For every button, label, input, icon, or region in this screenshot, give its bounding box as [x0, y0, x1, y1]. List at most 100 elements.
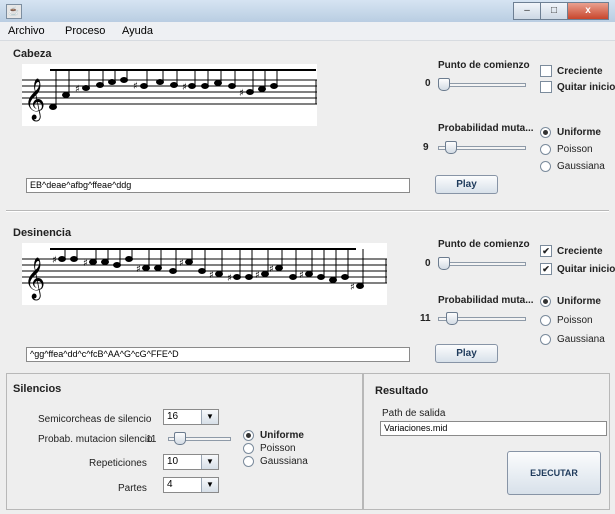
path-label: Path de salida [382, 408, 446, 419]
checkbox-label: Creciente [557, 65, 603, 77]
desinencia-prob-slider[interactable] [438, 312, 526, 325]
minimize-button[interactable]: – [513, 2, 541, 20]
prob-silencio-value: 11 [146, 434, 157, 445]
chevron-down-icon[interactable]: ▼ [201, 478, 218, 492]
radio-label: Gaussiana [260, 456, 308, 467]
cabeza-play-button[interactable]: Play [435, 175, 498, 194]
svg-text:♯: ♯ [179, 258, 184, 269]
checkbox-label: Creciente [557, 245, 603, 257]
radio-label: Gaussiana [557, 334, 605, 345]
svg-text:♯: ♯ [52, 255, 57, 266]
cabeza-prob-slider[interactable] [438, 141, 526, 154]
svg-text:𝄞: 𝄞 [24, 78, 45, 121]
radio-label: Poisson [557, 144, 593, 155]
cabeza-radio-poisson[interactable]: Poisson [540, 144, 593, 155]
select-value: 16 [167, 411, 179, 422]
desinencia-title: Desinencia [13, 227, 72, 239]
cabeza-start-label: Punto de comienzo [438, 60, 530, 71]
menu-bar: Archivo Proceso Ayuda [0, 22, 615, 41]
desinencia-start-label: Punto de comienzo [438, 239, 530, 250]
slider-thumb[interactable] [438, 257, 450, 270]
cabeza-radio-gaussiana[interactable]: Gaussiana [540, 161, 605, 172]
maximize-button[interactable]: □ [540, 2, 568, 20]
svg-text:♯: ♯ [239, 88, 244, 99]
checkbox-box[interactable]: ✔ [540, 263, 552, 275]
slider-thumb[interactable] [173, 432, 186, 445]
divider [6, 210, 609, 212]
radio-label: Poisson [557, 315, 593, 326]
slider-thumb[interactable] [444, 141, 457, 154]
svg-text:♯: ♯ [269, 264, 274, 275]
prob-silencio-slider[interactable] [168, 432, 231, 445]
slider-thumb[interactable] [438, 78, 450, 91]
silencios-radio-gaussiana[interactable]: Gaussiana [243, 456, 308, 467]
menu-proceso[interactable]: Proceso [65, 25, 105, 37]
java-cup-icon: ☕ [6, 4, 22, 19]
desinencia-start-value: 0 [425, 258, 431, 269]
checkbox-label: Quitar inicio [557, 81, 615, 93]
desinencia-prob-label: Probabilidad muta... [438, 295, 534, 306]
desinencia-creciente-checkbox[interactable]: ✔ Creciente [540, 245, 603, 257]
radio-label: Uniforme [260, 430, 304, 441]
chevron-down-icon[interactable]: ▼ [201, 410, 218, 424]
prob-silencio-label: Probab. mutacion silencio [38, 434, 153, 445]
cabeza-staff: 𝄞 ♯ ♯ ♯ ♯ [22, 64, 317, 126]
title-bar: ☕ – □ x [0, 0, 615, 22]
desinencia-staff: 𝄞 ♯ ♯ ♯ ♯ ♯ ♯ ♯ ♯♯ ♯ [22, 243, 387, 305]
silencios-radio-uniforme[interactable]: Uniforme [243, 430, 304, 441]
svg-text:♯: ♯ [136, 264, 141, 275]
svg-text:♯: ♯ [227, 273, 232, 284]
close-button[interactable]: x [567, 2, 609, 20]
radio-label: Poisson [260, 443, 296, 454]
radio-label: Uniforme [557, 127, 601, 138]
checkbox-box[interactable]: ✔ [540, 245, 552, 257]
svg-text:♯: ♯ [83, 258, 88, 269]
desinencia-radio-uniforme[interactable]: Uniforme [540, 296, 601, 307]
cabeza-start-slider[interactable] [438, 78, 526, 91]
repeticiones-label: Repeticiones [89, 458, 147, 469]
path-input[interactable]: Variaciones.mid [380, 421, 607, 436]
cabeza-start-value: 0 [425, 78, 431, 89]
cabeza-quitar-checkbox[interactable]: Quitar inicio [540, 81, 615, 93]
radio-label: Gaussiana [557, 161, 605, 172]
silencios-radio-poisson[interactable]: Poisson [243, 443, 296, 454]
desinencia-quitar-checkbox[interactable]: ✔ Quitar inicio [540, 263, 615, 275]
repeticiones-select[interactable]: 10 ▼ [163, 454, 219, 470]
svg-text:𝄞: 𝄞 [24, 257, 45, 300]
cabeza-prob-value: 9 [423, 142, 429, 153]
silencios-title: Silencios [13, 383, 62, 395]
svg-text:♯: ♯ [75, 84, 80, 95]
svg-text:♯: ♯ [209, 270, 214, 281]
partes-select[interactable]: 4 ▼ [163, 477, 219, 493]
cabeza-prob-label: Probabilidad muta... [438, 123, 534, 134]
desinencia-sequence-input[interactable]: ^gg^ffea^dd^c^fcB^AA^G^cG^FFE^D [26, 347, 410, 362]
cabeza-sequence-input[interactable]: EB^deae^afbg^ffeae^ddg [26, 178, 410, 193]
menu-ayuda[interactable]: Ayuda [122, 25, 153, 37]
svg-text:♯: ♯ [255, 270, 260, 281]
checkbox-box[interactable] [540, 81, 552, 93]
desinencia-radio-gaussiana[interactable]: Gaussiana [540, 334, 605, 345]
semicorcheas-label: Semicorcheas de silencio [38, 414, 152, 425]
resultado-title: Resultado [375, 385, 429, 397]
svg-text:♯: ♯ [350, 282, 355, 293]
radio-label: Uniforme [557, 296, 601, 307]
semicorcheas-select[interactable]: 16 ▼ [163, 409, 219, 425]
ejecutar-button[interactable]: EJECUTAR [507, 451, 601, 495]
cabeza-creciente-checkbox[interactable]: Creciente [540, 65, 603, 77]
desinencia-start-slider[interactable] [438, 257, 526, 270]
slider-thumb[interactable] [446, 312, 459, 325]
main-frame: Cabeza 𝄞 ♯ ♯ ♯ ♯ Punto de comienzo 0 Cre… [0, 41, 615, 514]
checkbox-box[interactable] [540, 65, 552, 77]
svg-text:♯: ♯ [182, 82, 187, 93]
chevron-down-icon[interactable]: ▼ [201, 455, 218, 469]
checkbox-label: Quitar inicio [557, 263, 615, 275]
svg-text:♯: ♯ [299, 270, 304, 281]
desinencia-play-button[interactable]: Play [435, 344, 498, 363]
partes-label: Partes [118, 483, 147, 494]
desinencia-prob-value: 11 [420, 313, 431, 324]
desinencia-radio-poisson[interactable]: Poisson [540, 315, 593, 326]
svg-text:♯: ♯ [133, 81, 138, 92]
select-value: 10 [167, 456, 179, 467]
menu-archivo[interactable]: Archivo [8, 25, 45, 37]
cabeza-radio-uniforme[interactable]: Uniforme [540, 127, 601, 138]
